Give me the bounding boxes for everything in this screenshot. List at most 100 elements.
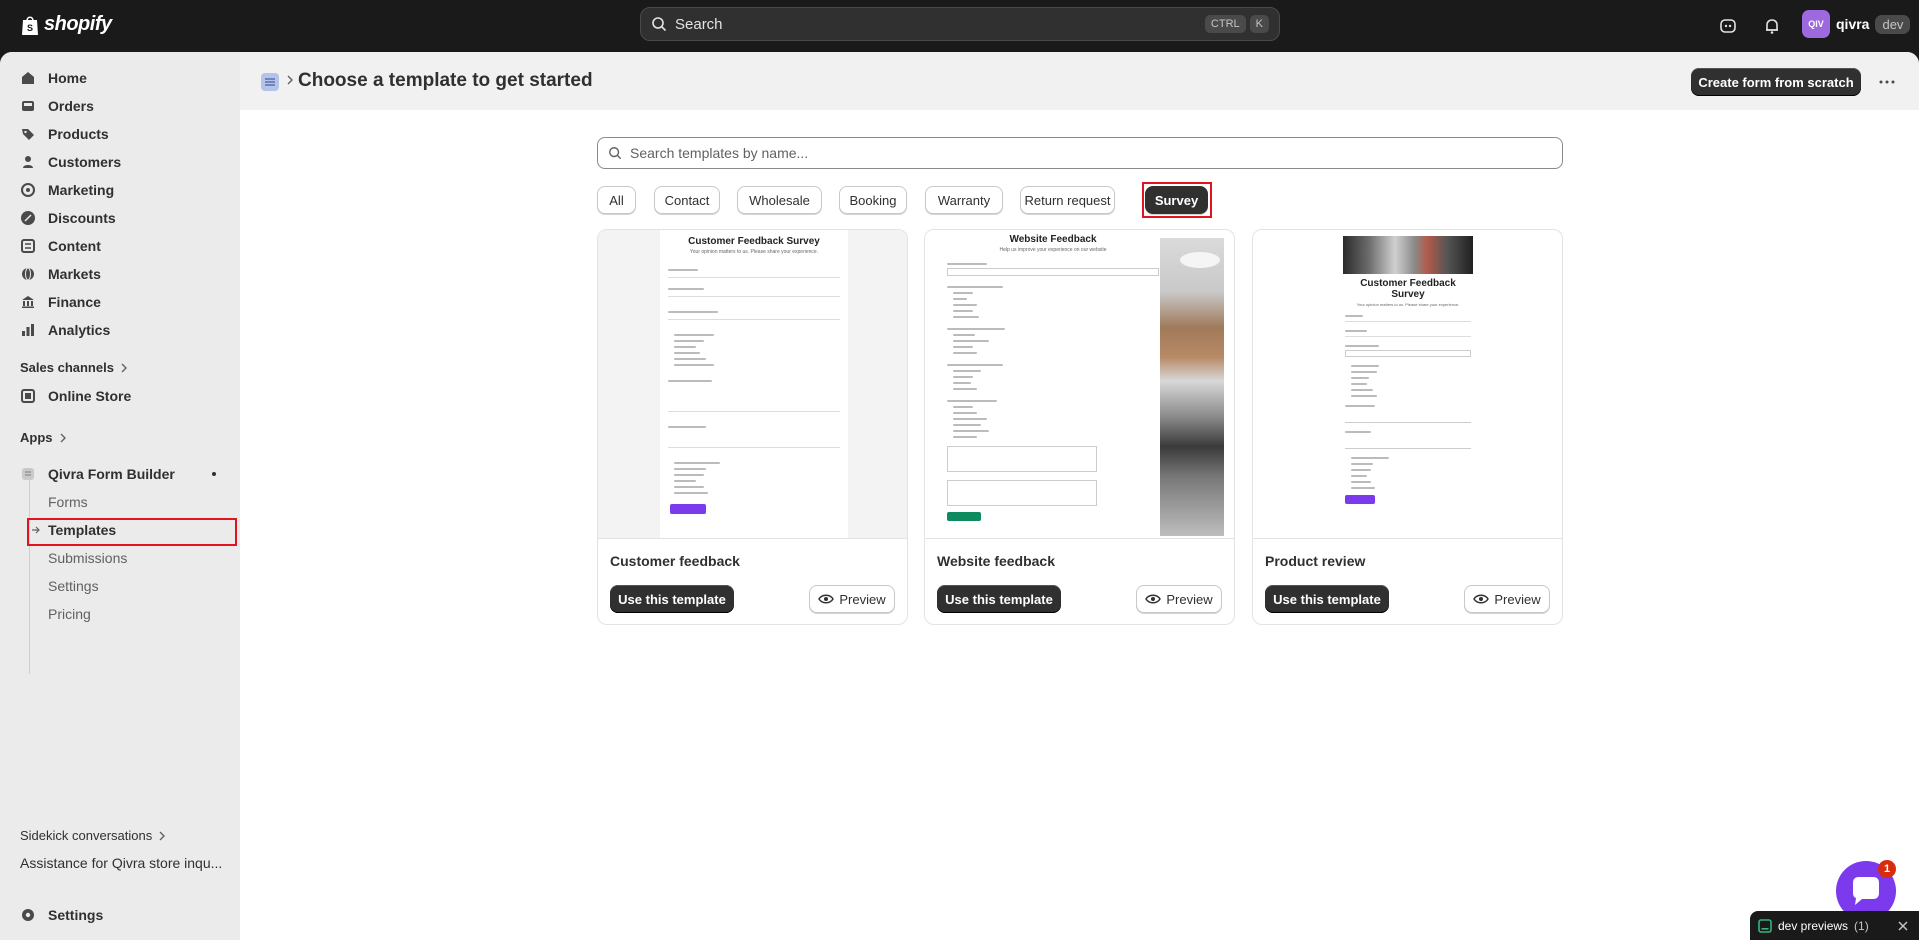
- thumb-heading: Customer Feedback Survey: [1360, 278, 1456, 300]
- card-title: Product review: [1265, 553, 1366, 569]
- chevron-right-icon: [60, 433, 66, 442]
- breadcrumb-chevron-icon: [287, 75, 293, 85]
- app-breadcrumb-icon[interactable]: [260, 72, 280, 92]
- store-account-menu[interactable]: QIV qivra dev: [1802, 10, 1911, 38]
- sidebar-item-products[interactable]: Products: [20, 121, 109, 147]
- thumb-subheading: Your opinion matters to us. Please share…: [1356, 302, 1460, 307]
- template-search-input[interactable]: Search templates by name...: [597, 137, 1563, 169]
- apps-header[interactable]: Apps: [20, 430, 67, 445]
- dev-previews-bar[interactable]: dev previews (1): [1750, 911, 1919, 940]
- filter-wholesale[interactable]: Wholesale: [737, 186, 822, 214]
- preview-button[interactable]: Preview: [809, 585, 895, 613]
- filter-warranty[interactable]: Warranty: [925, 186, 1003, 214]
- apps-label: Apps: [20, 430, 53, 445]
- survey-highlight-box: [1142, 182, 1212, 218]
- preview-label: Preview: [1166, 591, 1213, 607]
- filter-return-request[interactable]: Return request: [1020, 186, 1115, 214]
- sidebar-subitem-pricing[interactable]: Pricing: [48, 602, 91, 626]
- person-icon: [23, 156, 33, 168]
- template-search-placeholder: Search templates by name...: [630, 145, 809, 161]
- filter-booking[interactable]: Booking: [839, 186, 907, 214]
- main-content: Choose a template to get started Create …: [240, 52, 1919, 940]
- preview-button[interactable]: Preview: [1136, 585, 1222, 613]
- sidebar-item-label: Settings: [48, 907, 104, 923]
- office-banner-photo: [1343, 236, 1473, 274]
- thumb-submit-button: [1345, 495, 1375, 504]
- thumb-heading: Customer Feedback Survey: [688, 236, 820, 247]
- sidebar-item-label: Analytics: [48, 322, 111, 338]
- sidebar-item-qivra-form-builder[interactable]: Qivra Form Builder: [20, 461, 175, 487]
- sidebar-item-label: Online Store: [48, 388, 132, 404]
- sidekick-icon[interactable]: [1716, 14, 1740, 38]
- sidebar-item-finance[interactable]: Finance: [20, 289, 101, 315]
- filter-contact[interactable]: Contact: [654, 186, 720, 214]
- sidebar-item-content[interactable]: Content: [20, 233, 101, 259]
- use-template-button[interactable]: Use this template: [937, 585, 1061, 613]
- sidebar-item-discounts[interactable]: Discounts: [20, 205, 116, 231]
- template-thumbnail[interactable]: Website Feedback Help us improve your ex…: [925, 230, 1234, 539]
- sidebar: Home Orders Products Customers Marketing…: [0, 52, 240, 940]
- storefront-icon: [21, 389, 35, 403]
- sidekick-conversation-item[interactable]: Assistance for Qivra store inqu...: [20, 855, 222, 871]
- sidebar-item-analytics[interactable]: Analytics: [20, 317, 110, 343]
- preview-button[interactable]: Preview: [1464, 585, 1550, 613]
- inbox-icon: [22, 101, 34, 111]
- more-actions-icon[interactable]: [1876, 72, 1898, 92]
- dev-previews-count: (1): [1854, 918, 1869, 933]
- card-title: Website feedback: [937, 553, 1056, 569]
- store-tag: dev: [1875, 14, 1911, 34]
- close-icon[interactable]: [1897, 920, 1909, 932]
- sidebar-subitem-forms[interactable]: Forms: [48, 490, 88, 514]
- brand-name: shopify: [44, 13, 112, 35]
- sales-channels-header[interactable]: Sales channels: [20, 360, 128, 375]
- gear-icon: [22, 909, 34, 921]
- sidebar-item-customers[interactable]: Customers: [20, 149, 121, 175]
- form-preview: Customer Feedback Survey Your opinion ma…: [1343, 276, 1473, 538]
- sidebar-item-home[interactable]: Home: [20, 65, 87, 91]
- form-preview: Website Feedback Help us improve your ex…: [939, 230, 1167, 538]
- global-search-input[interactable]: Search CTRL K: [640, 7, 1280, 41]
- eye-icon: [1145, 594, 1162, 604]
- notification-bell-icon[interactable]: [1760, 14, 1784, 38]
- sidebar-item-settings[interactable]: Settings: [20, 902, 103, 928]
- sidebar-item-online-store[interactable]: Online Store: [20, 383, 131, 409]
- discount-icon: [21, 211, 35, 225]
- chat-unread-badge: 1: [1878, 860, 1896, 878]
- shortcut-key-k: K: [1249, 15, 1269, 33]
- filter-all[interactable]: All: [597, 186, 636, 214]
- use-template-button[interactable]: Use this template: [1265, 585, 1389, 613]
- search-placeholder: Search: [675, 15, 723, 33]
- sidebar-subitem-settings[interactable]: Settings: [48, 574, 99, 598]
- page-title: Choose a template to get started: [298, 70, 593, 91]
- bank-icon: [22, 296, 34, 308]
- form-preview: Customer Feedback Survey Your opinion ma…: [660, 230, 848, 538]
- sidebar-item-label: Marketing: [48, 182, 115, 198]
- template-thumbnail[interactable]: Customer Feedback Survey Your opinion ma…: [598, 230, 907, 539]
- chart-icon: [22, 324, 34, 336]
- use-template-button[interactable]: Use this template: [610, 585, 734, 613]
- preview-status-icon: [1758, 918, 1772, 933]
- sidebar-item-orders[interactable]: Orders: [20, 93, 94, 119]
- sidebar-subitem-submissions[interactable]: Submissions: [48, 546, 127, 570]
- shopify-bag-icon: S: [22, 15, 38, 35]
- thumb-heading: Website Feedback: [1009, 234, 1097, 245]
- thumb-submit-button: [670, 504, 706, 514]
- sidebar-item-marketing[interactable]: Marketing: [20, 177, 114, 203]
- create-form-button[interactable]: Create form from scratch: [1691, 68, 1861, 96]
- app-pin-dot: [212, 472, 216, 476]
- app-name: Qivra Form Builder: [48, 466, 175, 482]
- shortcut-key-ctrl: CTRL: [1204, 15, 1246, 33]
- shopify-logo[interactable]: S shopify: [20, 13, 112, 36]
- sidebar-item-label: Orders: [48, 98, 94, 114]
- sidebar-item-label: Finance: [48, 294, 101, 310]
- sidebar-item-markets[interactable]: Markets: [20, 261, 101, 287]
- template-thumbnail[interactable]: Customer Feedback Survey Your opinion ma…: [1253, 230, 1562, 539]
- sales-channels-label: Sales channels: [20, 360, 114, 375]
- svg-text:S: S: [27, 23, 33, 33]
- sidekick-conversations-header[interactable]: Sidekick conversations: [20, 828, 166, 843]
- template-card-website-feedback: Website Feedback Help us improve your ex…: [924, 229, 1235, 625]
- tag-icon: [22, 129, 34, 140]
- search-icon: [652, 17, 667, 32]
- avatar: QIV: [1802, 10, 1830, 38]
- search-icon: [609, 147, 622, 160]
